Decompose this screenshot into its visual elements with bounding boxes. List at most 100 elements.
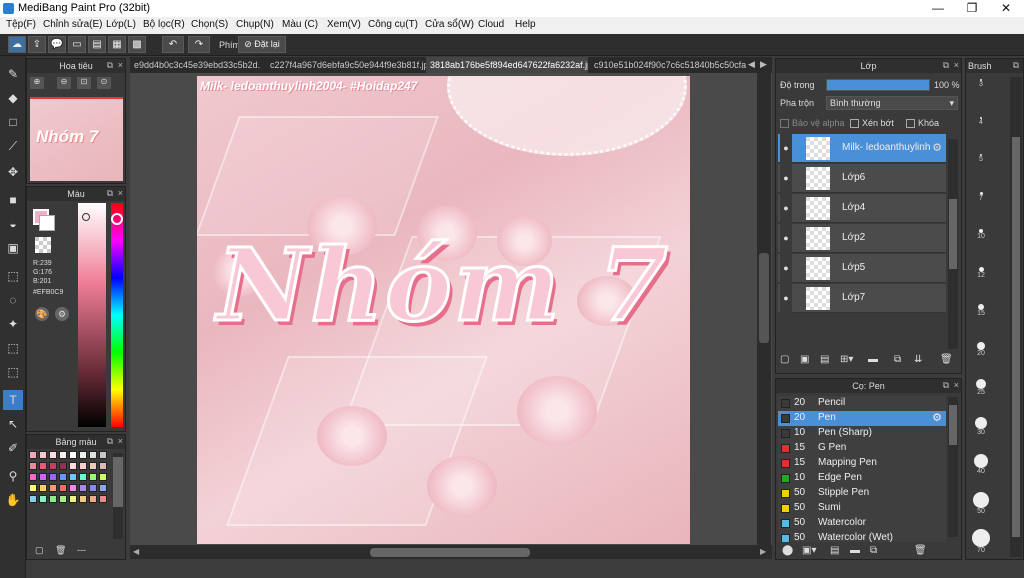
palette-scrollbar[interactable] <box>113 453 123 539</box>
sv-cursor[interactable] <box>82 213 90 221</box>
saturation-value-picker[interactable] <box>78 203 106 427</box>
tab-scroll-left-icon[interactable]: ◀ <box>748 59 755 70</box>
clipping-checkbox[interactable]: Xén bớt <box>850 118 894 129</box>
menu-select[interactable]: Chọn(S) <box>191 19 228 30</box>
new-halftone-layer-icon[interactable]: ▣ <box>800 354 809 365</box>
maximize-button[interactable]: ❐ <box>956 0 988 17</box>
brush-row[interactable]: 50 Stipple Pen <box>778 486 946 501</box>
float-icon[interactable]: ⧉ <box>943 60 949 71</box>
navigator-preview[interactable]: Nhóm 7 <box>30 97 123 181</box>
brush-tool-icon[interactable]: ✎ <box>3 64 23 84</box>
eyedropper-icon[interactable]: ⚲ <box>3 466 23 486</box>
palette-swatch[interactable] <box>59 495 67 503</box>
float-icon[interactable]: ⧉ <box>107 436 113 447</box>
eye-icon[interactable]: ● <box>780 134 792 163</box>
palette-swatch[interactable] <box>59 484 67 492</box>
float-icon[interactable]: ⧉ <box>1013 60 1019 71</box>
brush-size-option[interactable]: 4 <box>966 116 996 126</box>
palette-swatch[interactable] <box>39 451 47 459</box>
layer-row[interactable]: ● Milk- ledoanthuylinh ⚙ <box>778 134 946 163</box>
brush-size-option[interactable]: 20 <box>966 341 996 357</box>
menu-help[interactable]: Help <box>515 19 536 30</box>
layer-row[interactable]: ● Lớp2 <box>778 224 946 253</box>
eraser-tool-icon[interactable]: ◆ <box>3 88 23 108</box>
lasso-tool-icon[interactable]: ◌ <box>3 290 23 310</box>
magic-wand-icon[interactable]: ✦ <box>3 314 23 334</box>
palette-options-icon[interactable]: ⚙ <box>55 307 69 321</box>
zoom-out-icon[interactable]: ⊖ <box>57 77 71 89</box>
palette-swatch[interactable] <box>49 462 57 470</box>
brush-row[interactable]: 10 Edge Pen <box>778 471 946 486</box>
gradient-tool-icon[interactable]: ▣ <box>3 238 23 258</box>
brush-size-option[interactable]: 7 <box>966 191 996 202</box>
hue-cursor[interactable] <box>111 213 123 225</box>
close-panel-icon[interactable]: × <box>118 60 123 70</box>
brush-size-option[interactable]: 40 <box>966 454 996 475</box>
move-tool-icon[interactable]: ✥ <box>3 162 23 182</box>
palette-swatch[interactable] <box>69 451 77 459</box>
palette-swatch[interactable] <box>69 495 77 503</box>
brush-folder-icon[interactable]: ▬ <box>850 545 860 556</box>
delete-layer-icon[interactable]: 🗑 <box>940 354 953 365</box>
close-panel-icon[interactable]: × <box>118 436 123 446</box>
menu-capture[interactable]: Chụp(N) <box>236 19 274 30</box>
palette-swatch[interactable] <box>99 495 107 503</box>
layer-row[interactable]: ● Lớp7 <box>778 284 946 313</box>
palette-swatch[interactable] <box>69 473 77 481</box>
menu-edit[interactable]: Chỉnh sửa(E) <box>43 19 103 30</box>
scroll-right-icon[interactable]: ▶ <box>760 547 766 556</box>
brush-size-option[interactable]: 12 <box>966 266 996 279</box>
select-rect-icon[interactable]: ⬚ <box>3 266 23 286</box>
merge-layer-icon[interactable]: ⇊ <box>914 354 922 365</box>
palette-swatch[interactable] <box>89 495 97 503</box>
tab-1[interactable]: e9dd4b0c3c45e39ebd33c5b2d.jpg <box>130 57 260 73</box>
brush-size-option[interactable]: 70 <box>966 529 996 554</box>
layer-scrollbar[interactable] <box>948 139 958 349</box>
close-panel-icon[interactable]: × <box>118 188 123 198</box>
brush-row[interactable]: 10 Pen (Sharp) <box>778 426 946 441</box>
select-eraser-icon[interactable]: ⬚ <box>3 362 23 382</box>
eye-icon[interactable]: ● <box>780 224 792 253</box>
delete-palette-icon[interactable]: 🗑 <box>55 545 66 556</box>
palette-swatch[interactable] <box>49 473 57 481</box>
palette-swatch[interactable] <box>29 484 37 492</box>
menu-file[interactable]: Tệp(F) <box>6 19 36 30</box>
canvas-image[interactable]: Milk- ledoanthuylinh2004- #Hoidap247 Nhó… <box>197 76 690 544</box>
palette-swatch[interactable] <box>79 473 87 481</box>
line-tool-icon[interactable]: ⟋ <box>3 136 23 156</box>
delete-brush-icon[interactable]: 🗑 <box>914 545 927 556</box>
fit-icon[interactable]: ⊡ <box>77 77 91 89</box>
palette-swatch[interactable] <box>59 473 67 481</box>
brush-size-option[interactable]: 15 <box>966 304 996 317</box>
palette-swatch[interactable] <box>49 495 57 503</box>
palette-swatch[interactable] <box>59 451 67 459</box>
brush-scrollbar[interactable] <box>948 397 958 537</box>
text-tool-icon[interactable]: T <box>3 390 23 410</box>
protect-alpha-checkbox[interactable]: Bảo vệ alpha <box>780 118 845 129</box>
palette-swatch[interactable] <box>99 473 107 481</box>
tab-2[interactable]: c227f4a967d6ebfa9c50e944f9e3b81f.jpg <box>266 57 426 73</box>
palette-swatch[interactable] <box>29 473 37 481</box>
palette-swatch[interactable] <box>69 484 77 492</box>
comment-icon[interactable]: 💬 <box>48 36 66 53</box>
palette-swatch[interactable] <box>89 451 97 459</box>
new-palette-icon[interactable]: ▢ <box>35 545 44 556</box>
eye-icon[interactable]: ● <box>780 194 792 223</box>
palette-swatch[interactable] <box>29 495 37 503</box>
brush-size-scrollbar[interactable] <box>1010 77 1022 557</box>
select-pen-icon[interactable]: ⬚ <box>3 338 23 358</box>
brush-row[interactable]: 15 G Pen <box>778 441 946 456</box>
opacity-slider[interactable] <box>826 79 930 91</box>
add-layer-menu-icon[interactable]: ⊞▾ <box>840 354 853 365</box>
palette-swatch[interactable] <box>79 462 87 470</box>
brush-row[interactable]: 20 Pen ⚙ <box>778 411 946 426</box>
eye-icon[interactable]: ● <box>780 284 792 313</box>
palette-swatch[interactable] <box>39 484 47 492</box>
close-panel-icon[interactable]: × <box>954 60 959 70</box>
palette-swatch[interactable] <box>59 462 67 470</box>
palette-swatch[interactable] <box>39 473 47 481</box>
scroll-thumb[interactable] <box>370 548 530 557</box>
float-icon[interactable]: ⧉ <box>107 60 113 71</box>
float-icon[interactable]: ⧉ <box>943 380 949 391</box>
brush-row[interactable]: 20 Pencil <box>778 396 946 411</box>
